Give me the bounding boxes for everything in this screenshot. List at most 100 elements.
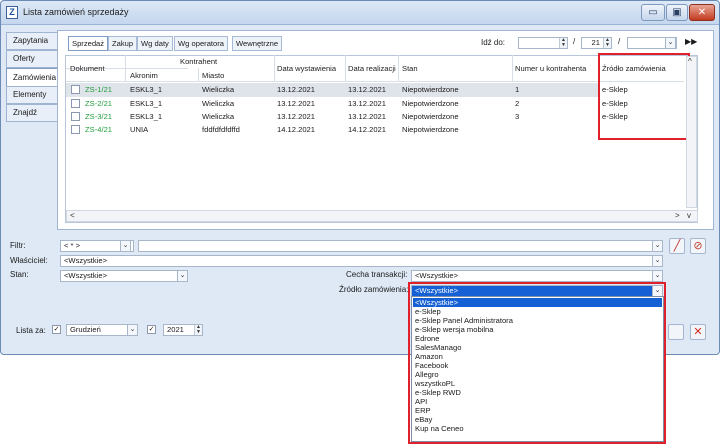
transaction-feature-select[interactable]: <Wszystkie> bbox=[411, 270, 663, 282]
row-checkbox[interactable] bbox=[71, 85, 80, 94]
side-tab-zamowienia[interactable]: Zamówienia bbox=[6, 68, 57, 88]
col-header-data-realizacji[interactable]: Data realizacji bbox=[348, 64, 396, 73]
chevron-down-icon[interactable]: ⌄ bbox=[665, 37, 676, 49]
tab-wewnetrzne[interactable]: Wewnętrzne bbox=[232, 36, 283, 51]
col-divider bbox=[345, 55, 346, 82]
date-realization-cell: 14.12.2021 bbox=[348, 125, 387, 134]
date-separator: / bbox=[573, 37, 576, 46]
doc-number[interactable]: ZS-3/21 bbox=[85, 112, 112, 121]
horizontal-scrollbar[interactable]: < > v bbox=[66, 210, 698, 222]
clear-filter-icon[interactable]: ⊘ bbox=[690, 238, 706, 254]
status-select[interactable]: <Wszystkie> bbox=[60, 270, 188, 282]
side-tab-oferty[interactable]: Oferty bbox=[6, 50, 57, 68]
year-checkbox[interactable]: ✓ bbox=[147, 325, 156, 334]
title-bar[interactable]: Z Lista zamówień sprzedaży ▭ ▣ ✕ bbox=[1, 1, 719, 25]
source-column-highlight bbox=[598, 53, 690, 140]
minimize-button[interactable]: ▭ bbox=[641, 4, 665, 21]
status-cell: Niepotwierdzone bbox=[402, 85, 459, 94]
tab-sprzedaz[interactable]: Sprzedaż bbox=[68, 36, 109, 51]
row-checkbox[interactable] bbox=[71, 125, 80, 134]
col-divider bbox=[198, 68, 199, 82]
col-header-stan[interactable]: Stan bbox=[402, 64, 418, 73]
side-tab-znajdz[interactable]: Znajdź bbox=[6, 104, 57, 122]
col-header-dokument[interactable]: Dokument bbox=[70, 64, 105, 73]
close-icon[interactable]: ✕ bbox=[690, 324, 706, 340]
transaction-feature-label: Cecha transakcji: bbox=[346, 270, 408, 279]
akronim-cell: ESKL3_1 bbox=[130, 99, 163, 108]
fast-forward-icon[interactable]: ▶▶ bbox=[685, 37, 697, 46]
action-button[interactable] bbox=[668, 324, 684, 340]
spin-icon[interactable]: ▲ ▼ bbox=[559, 38, 567, 48]
chevron-down-icon[interactable]: ⌄ bbox=[652, 255, 663, 267]
spin-icon[interactable]: ▲ ▼ bbox=[603, 38, 611, 48]
date-goto-field[interactable]: ▲ ▼ bbox=[518, 37, 568, 49]
list-for-label: Lista za: bbox=[16, 326, 46, 335]
date-issued-cell: 13.12.2021 bbox=[277, 85, 316, 94]
miasto-cell: Wieliczka bbox=[202, 85, 235, 94]
date-issued-cell: 14.12.2021 bbox=[277, 125, 316, 134]
window-title: Lista zamówień sprzedaży bbox=[23, 7, 129, 17]
vertical-scrollbar[interactable]: ^ bbox=[686, 56, 697, 208]
col-header-akronim[interactable]: Akronim bbox=[130, 71, 158, 80]
customer-number-cell: 1 bbox=[515, 85, 520, 94]
col-header-kontrahent[interactable]: Kontrahent bbox=[180, 57, 217, 66]
status-cell: Niepotwierdzone bbox=[402, 112, 459, 121]
col-header-numer[interactable]: Numer u kontrahenta bbox=[515, 64, 586, 73]
customer-number-cell: 3 bbox=[515, 112, 520, 121]
chevron-down-icon[interactable]: ⌄ bbox=[652, 270, 663, 282]
chevron-down-icon[interactable]: ⌄ bbox=[120, 240, 131, 252]
date-issued-cell: 13.12.2021 bbox=[277, 112, 316, 121]
maximize-button[interactable]: ▣ bbox=[666, 4, 688, 21]
date-realization-cell: 13.12.2021 bbox=[348, 99, 387, 108]
customer-number-cell: 2 bbox=[515, 99, 520, 108]
day-value: 21 bbox=[591, 38, 600, 47]
edit-filter-icon[interactable]: ╱ bbox=[669, 238, 685, 254]
col-divider bbox=[274, 55, 275, 82]
chevron-down-icon[interactable]: ⌄ bbox=[177, 270, 188, 282]
miasto-cell: fddfdfdfdffd bbox=[202, 125, 240, 134]
date-realization-cell: 13.12.2021 bbox=[348, 85, 387, 94]
chevron-down-icon[interactable]: ⌄ bbox=[652, 240, 663, 252]
app-icon: Z bbox=[6, 6, 18, 19]
scroll-down-icon[interactable]: v bbox=[687, 211, 691, 220]
col-divider bbox=[398, 55, 399, 82]
chevron-down-icon[interactable]: ⌄ bbox=[127, 324, 138, 336]
col-divider bbox=[125, 55, 126, 82]
side-tab-elementy[interactable]: Elementy bbox=[6, 86, 57, 104]
doc-number[interactable]: ZS-2/21 bbox=[85, 99, 112, 108]
scroll-left-icon[interactable]: < bbox=[70, 211, 75, 220]
status-cell: Niepotwierdzone bbox=[402, 99, 459, 108]
doc-number[interactable]: ZS-4/21 bbox=[85, 125, 112, 134]
scroll-up-icon[interactable]: ^ bbox=[688, 57, 692, 66]
filter-label: Filtr: bbox=[10, 241, 26, 250]
year-value: 2021 bbox=[167, 325, 184, 334]
akronim-cell: ESKL3_1 bbox=[130, 112, 163, 121]
miasto-cell: Wieliczka bbox=[202, 99, 235, 108]
row-checkbox[interactable] bbox=[71, 99, 80, 108]
owner-label: Właściciel: bbox=[10, 256, 48, 265]
col-header-data-wystawienia[interactable]: Data wystawienia bbox=[277, 64, 336, 73]
spin-icon[interactable]: ▲ ▼ bbox=[194, 325, 202, 335]
scroll-right-icon[interactable]: > bbox=[675, 211, 680, 220]
day-field[interactable]: 21 ▲ ▼ bbox=[581, 37, 612, 49]
col-divider bbox=[512, 55, 513, 82]
status-cell: Niepotwierdzone bbox=[402, 125, 459, 134]
side-tab-zapytania[interactable]: Zapytania bbox=[6, 32, 57, 50]
tab-wg-daty[interactable]: Wg daty bbox=[137, 36, 173, 51]
status-label: Stan: bbox=[10, 270, 29, 279]
tab-wg-operatora[interactable]: Wg operatora bbox=[174, 36, 229, 51]
source-dropdown-highlight bbox=[408, 282, 666, 444]
tab-zakup[interactable]: Zakup bbox=[108, 36, 138, 51]
owner-select[interactable]: <Wszystkie> bbox=[60, 255, 663, 267]
close-button[interactable]: ✕ bbox=[689, 4, 715, 21]
akronim-cell: UNIA bbox=[130, 125, 149, 134]
year-field[interactable]: 2021 ▲ ▼ bbox=[163, 324, 203, 336]
col-header-miasto[interactable]: Miasto bbox=[202, 71, 224, 80]
date-realization-cell: 13.12.2021 bbox=[348, 112, 387, 121]
filter-expression-field[interactable] bbox=[138, 240, 663, 252]
row-checkbox[interactable] bbox=[71, 112, 80, 121]
order-source-label: Źródło zamówienia: bbox=[339, 285, 409, 294]
doc-number[interactable]: ZS-1/21 bbox=[85, 85, 112, 94]
date-separator: / bbox=[618, 37, 621, 46]
list-for-checkbox[interactable]: ✓ bbox=[52, 325, 61, 334]
